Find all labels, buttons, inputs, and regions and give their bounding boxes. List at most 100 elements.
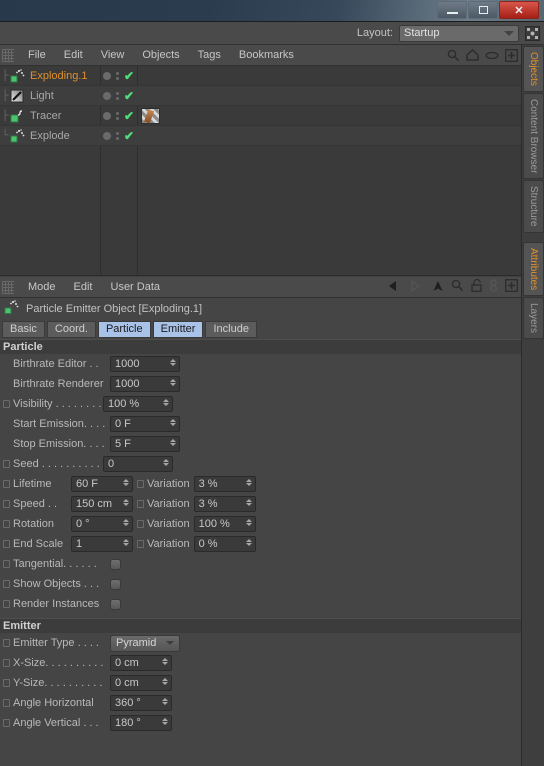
row-checkbox[interactable]: [3, 520, 10, 528]
input-angle-vertical[interactable]: 180 °: [110, 715, 172, 731]
layout-select[interactable]: Startup: [399, 24, 519, 42]
table-row[interactable]: └ Explode ✔: [0, 126, 521, 146]
input-stop-emission[interactable]: 5 F: [110, 436, 180, 452]
spinner-icon[interactable]: [123, 479, 129, 486]
variation-checkbox[interactable]: [137, 520, 144, 528]
tab-emitter[interactable]: Emitter: [152, 320, 204, 338]
menu-mode[interactable]: Mode: [19, 277, 65, 298]
spinner-icon[interactable]: [162, 698, 168, 705]
tab-coord[interactable]: Coord.: [46, 320, 96, 338]
viewport[interactable]: ✕: [0, 0, 544, 22]
expand-icon[interactable]: [525, 25, 540, 41]
row-indicators[interactable]: ✔: [103, 126, 134, 146]
row-checkbox[interactable]: [3, 540, 10, 548]
input-birthrate-editor[interactable]: 1000: [110, 356, 180, 372]
forward-arrow-icon[interactable]: [410, 279, 425, 295]
table-row[interactable]: ├ Light ✔: [0, 86, 521, 106]
sidebar-tab-objects[interactable]: Objects: [523, 46, 544, 92]
input-lifetime[interactable]: 60 F: [71, 476, 133, 492]
row-indicators[interactable]: ✔: [103, 66, 134, 86]
input-end-scale-variation[interactable]: 0 %: [193, 536, 256, 552]
up-arrow-icon[interactable]: [432, 280, 444, 295]
sidebar-tab-attributes[interactable]: Attributes: [523, 241, 544, 297]
table-row[interactable]: ├ Tracer ✔: [0, 106, 521, 126]
panel-grip[interactable]: [2, 280, 14, 294]
menu-view[interactable]: View: [92, 45, 134, 66]
link-icon[interactable]: [489, 279, 498, 295]
panel-grip[interactable]: [2, 48, 14, 62]
menu-tags[interactable]: Tags: [189, 45, 230, 66]
back-arrow-icon[interactable]: [388, 280, 403, 295]
row-checkbox[interactable]: [3, 600, 10, 608]
minimize-button[interactable]: [437, 1, 467, 19]
menu-objects[interactable]: Objects: [133, 45, 188, 66]
row-checkbox[interactable]: [3, 679, 10, 687]
spinner-icon[interactable]: [245, 539, 252, 546]
spinner-icon[interactable]: [245, 519, 252, 526]
toggle-tangential[interactable]: [110, 558, 121, 570]
row-checkbox[interactable]: [3, 400, 10, 408]
plus-box-icon[interactable]: [505, 48, 518, 62]
spinner-icon[interactable]: [162, 678, 168, 685]
row-checkbox[interactable]: [3, 500, 10, 508]
input-angle-horizontal[interactable]: 360 °: [110, 695, 172, 711]
input-visibility[interactable]: 100 %: [103, 396, 173, 412]
sidebar-tab-structure[interactable]: Structure: [523, 180, 544, 233]
spinner-icon[interactable]: [123, 539, 129, 546]
row-checkbox[interactable]: [3, 719, 10, 727]
table-row[interactable]: ├ Exploding.1 ✔: [0, 66, 521, 86]
material-tag-icon[interactable]: [141, 108, 160, 124]
lock-icon[interactable]: [471, 278, 482, 295]
tab-include[interactable]: Include: [205, 320, 257, 338]
input-y-size[interactable]: 0 cm: [110, 675, 172, 691]
input-rotation[interactable]: 0 °: [71, 516, 133, 532]
row-checkbox[interactable]: [3, 460, 10, 468]
tab-basic[interactable]: Basic: [2, 320, 45, 338]
close-button[interactable]: ✕: [499, 1, 539, 19]
select-emitter-type[interactable]: Pyramid: [110, 634, 180, 652]
variation-checkbox[interactable]: [137, 500, 144, 508]
variation-checkbox[interactable]: [137, 540, 144, 548]
input-seed[interactable]: 0: [103, 456, 173, 472]
spinner-icon[interactable]: [170, 379, 176, 386]
eye-icon[interactable]: [485, 51, 499, 60]
input-end-scale[interactable]: 1: [71, 536, 133, 552]
object-tree[interactable]: ├ Exploding.1 ✔ ├ Light ✔ ├ Tracer ✔ └ E…: [0, 66, 521, 275]
spinner-icon[interactable]: [245, 479, 252, 486]
input-birthrate-renderer[interactable]: 1000: [110, 376, 180, 392]
input-speed-variation[interactable]: 3 %: [193, 496, 256, 512]
row-checkbox[interactable]: [3, 639, 10, 647]
row-checkbox[interactable]: [3, 480, 10, 488]
spinner-icon[interactable]: [163, 399, 169, 406]
plus-box-icon[interactable]: [505, 279, 518, 295]
menu-user-data[interactable]: User Data: [102, 277, 170, 298]
row-checkbox[interactable]: [3, 699, 10, 707]
maximize-button[interactable]: [468, 1, 498, 19]
row-indicators[interactable]: ✔: [103, 86, 134, 106]
search-icon[interactable]: [451, 279, 464, 295]
spinner-icon[interactable]: [123, 519, 129, 526]
spinner-icon[interactable]: [245, 499, 252, 506]
spinner-icon[interactable]: [170, 359, 176, 366]
input-start-emission[interactable]: 0 F: [110, 416, 180, 432]
row-checkbox[interactable]: [3, 580, 10, 588]
input-lifetime-variation[interactable]: 3 %: [193, 476, 256, 492]
spinner-icon[interactable]: [163, 459, 169, 466]
row-checkbox[interactable]: [3, 659, 10, 667]
menu-edit[interactable]: Edit: [55, 45, 92, 66]
input-speed[interactable]: 150 cm: [71, 496, 133, 512]
sidebar-tab-layers[interactable]: Layers: [523, 297, 544, 340]
row-checkbox[interactable]: [3, 560, 10, 568]
toggle-show-objects[interactable]: [110, 578, 121, 590]
spinner-icon[interactable]: [123, 499, 129, 506]
spinner-icon[interactable]: [170, 419, 176, 426]
menu-file[interactable]: File: [19, 45, 55, 66]
tab-particle[interactable]: Particle: [97, 320, 151, 338]
spinner-icon[interactable]: [162, 718, 168, 725]
menu-edit[interactable]: Edit: [65, 277, 102, 298]
spinner-icon[interactable]: [162, 658, 168, 665]
input-rotation-variation[interactable]: 100 %: [193, 516, 256, 532]
row-indicators[interactable]: ✔: [103, 106, 134, 126]
spinner-icon[interactable]: [170, 439, 176, 446]
variation-checkbox[interactable]: [137, 480, 144, 488]
